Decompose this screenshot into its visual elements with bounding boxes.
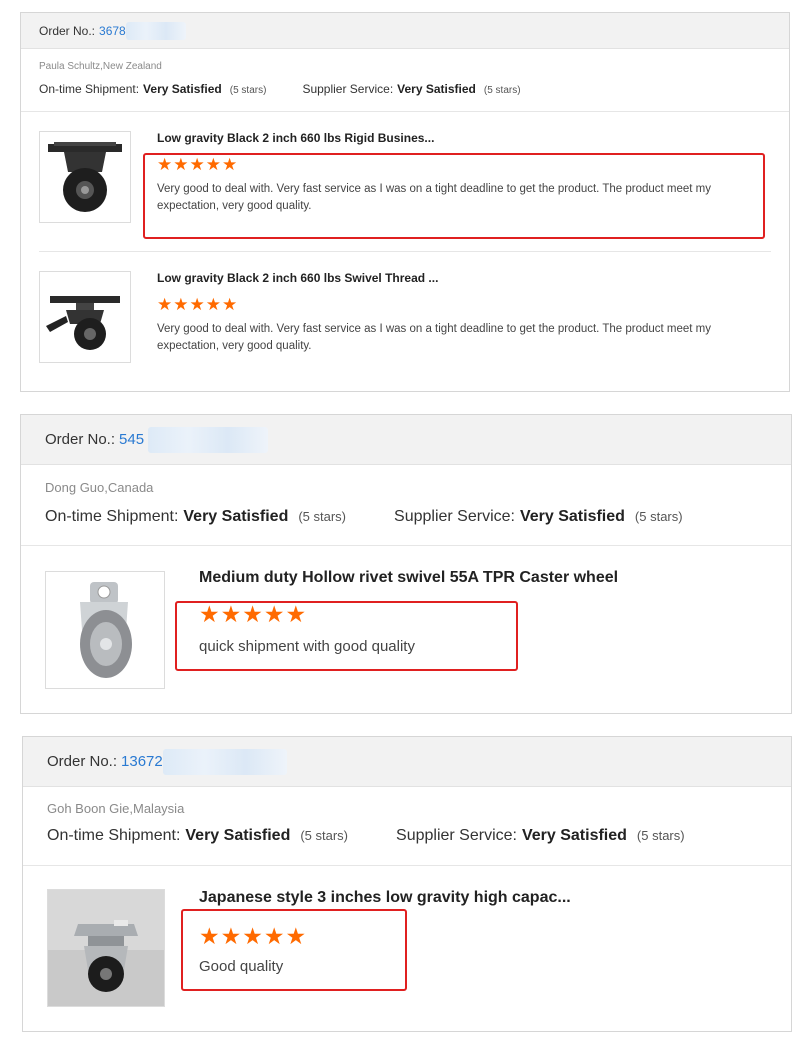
service-value: Very Satisfied xyxy=(397,82,476,96)
order-ratings: On-time Shipment: Very Satisfied (5 star… xyxy=(39,82,521,96)
service-stars-text: (5 stars) xyxy=(634,509,683,524)
service-stars-text: (5 stars) xyxy=(636,828,685,843)
divider xyxy=(21,545,791,546)
order-label: Order No.: xyxy=(39,23,96,38)
product-name-link[interactable]: Low gravity Black 2 inch 660 lbs Rigid B… xyxy=(157,131,434,145)
gray-caster-image xyxy=(80,582,132,678)
highlight-box xyxy=(143,153,765,239)
shipment-value: Very Satisfied xyxy=(185,827,291,844)
product-name-link[interactable]: Low gravity Black 2 inch 660 lbs Swivel … xyxy=(157,271,438,285)
highlight-box xyxy=(175,601,518,671)
shipment-label: On-time Shipment: xyxy=(45,508,179,525)
review-text: Very good to deal with. Very fast servic… xyxy=(157,323,712,352)
divider xyxy=(23,865,791,866)
redacted-order-number xyxy=(148,426,269,453)
shipment-stars-text: (5 stars) xyxy=(298,509,347,524)
review-stars: ★★★★★ xyxy=(157,295,239,314)
divider xyxy=(21,111,789,112)
shipment-value: Very Satisfied xyxy=(183,508,289,525)
order-label: Order No.: xyxy=(47,753,118,770)
order-number-link[interactable]: 545 xyxy=(119,431,144,448)
order-card-3: Order No.: 13672 Goh Boon Gie,Malaysia O… xyxy=(22,736,792,1032)
service-value: Very Satisfied xyxy=(519,508,625,525)
order-number-link[interactable]: 3678 xyxy=(99,24,126,38)
service-stars-text: (5 stars) xyxy=(483,85,521,96)
order-ratings: On-time Shipment: Very Satisfied (5 star… xyxy=(47,827,685,845)
shipment-label: On-time Shipment: xyxy=(39,82,140,96)
buyer-name-country: Goh Boon Gie,Malaysia xyxy=(47,801,185,816)
highlight-box xyxy=(181,909,407,991)
service-label: Supplier Service: xyxy=(396,827,517,844)
product-name-link[interactable]: Medium duty Hollow rivet swivel 55A TPR … xyxy=(199,569,618,587)
service-value: Very Satisfied xyxy=(521,827,627,844)
order-header: Order No.: 3678 xyxy=(21,13,789,49)
order-card-1: Order No.: 3678 Paula Schultz,New Zealan… xyxy=(20,12,790,392)
order-ratings: On-time Shipment: Very Satisfied (5 star… xyxy=(45,508,683,526)
product-thumbnail[interactable] xyxy=(47,889,165,1007)
service-label: Supplier Service: xyxy=(302,82,394,96)
product-name-link[interactable]: Japanese style 3 inches low gravity high… xyxy=(199,889,571,907)
shipment-stars-text: (5 stars) xyxy=(300,828,349,843)
shipment-label: On-time Shipment: xyxy=(47,827,181,844)
product-thumbnail[interactable] xyxy=(45,571,165,689)
order-number-link[interactable]: 13672 xyxy=(121,753,163,770)
divider xyxy=(39,251,771,252)
order-card-2: Order No.: 545 Dong Guo,Canada On-time S… xyxy=(20,414,792,714)
buyer-name-country: Dong Guo,Canada xyxy=(45,480,154,495)
swivel-caster-image xyxy=(46,296,120,350)
shipment-value: Very Satisfied xyxy=(143,82,222,96)
order-header: Order No.: 545 xyxy=(21,415,791,465)
order-label: Order No.: xyxy=(45,431,116,448)
redacted-order-number xyxy=(162,748,287,775)
redacted-order-number xyxy=(125,21,186,40)
shipment-stars-text: (5 stars) xyxy=(229,85,267,96)
japanese-caster-image xyxy=(48,890,164,1006)
order-header: Order No.: 13672 xyxy=(23,737,791,787)
service-label: Supplier Service: xyxy=(394,508,515,525)
product-thumbnail[interactable] xyxy=(39,271,131,363)
product-thumbnail[interactable] xyxy=(39,131,131,223)
buyer-name-country: Paula Schultz,New Zealand xyxy=(39,61,162,72)
rigid-caster-image xyxy=(48,142,122,212)
